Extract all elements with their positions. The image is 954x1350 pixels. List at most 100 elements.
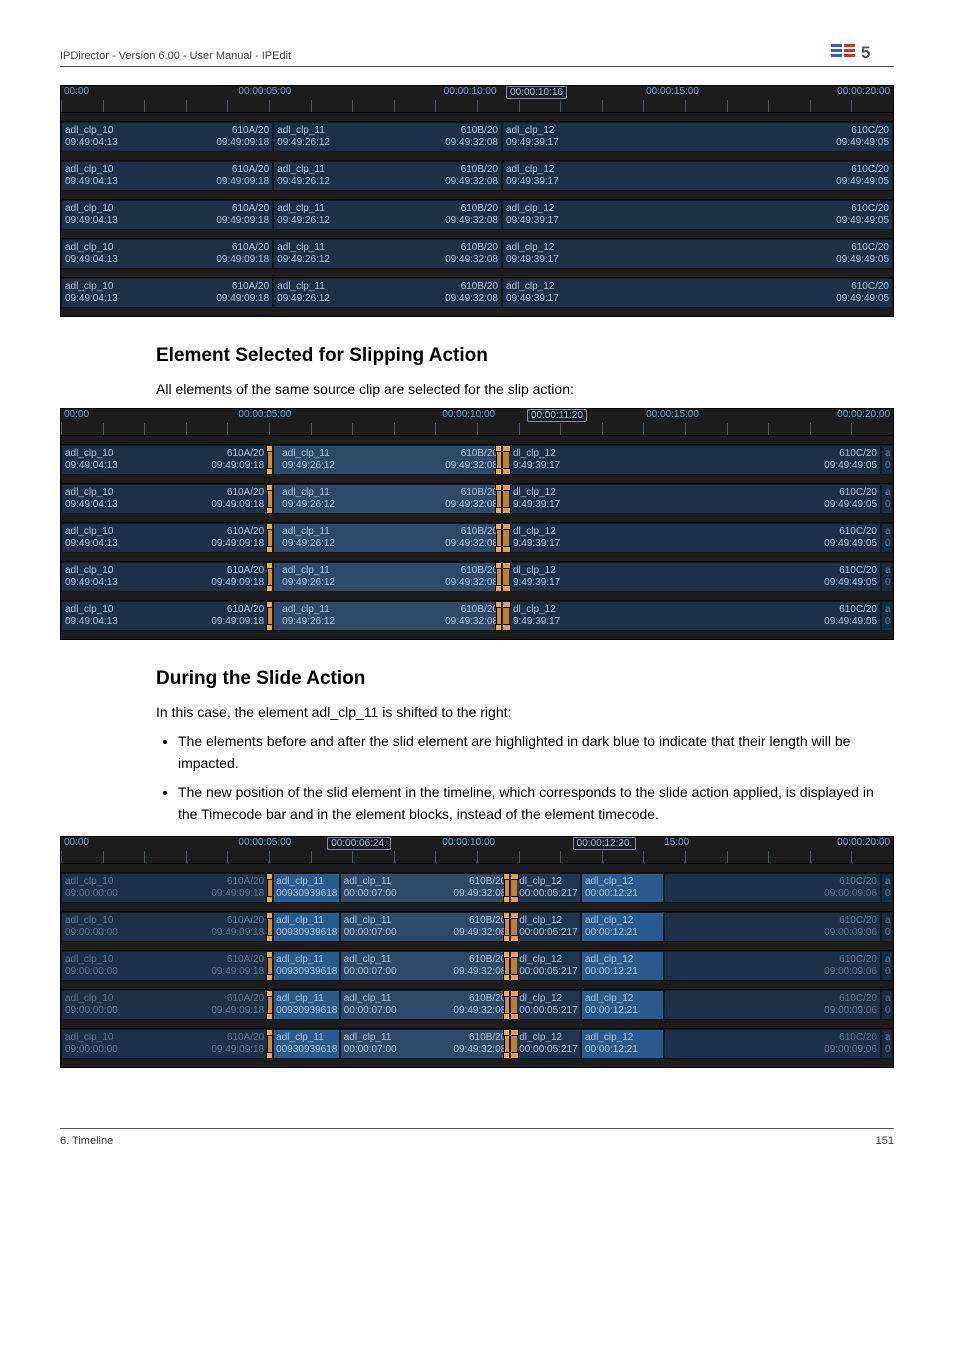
clip-overlap[interactable]: dl_clp_12 00:00:05:217: [510, 951, 581, 981]
clip-adl-12[interactable]: dl_clp_12610C/20 9:49:39:1709:49:49:05: [502, 445, 881, 475]
timecode-ruler[interactable]: 00:00 00:00:05:00 00:00:06:24. 00:00:10:…: [61, 837, 893, 864]
clip-adl-12[interactable]: adl_clp_12610C/20 09:49:39:1709:49:49:05: [502, 200, 893, 230]
clip-adl-12[interactable]: adl_clp_12610C/20 09:49:39:1709:49:49:05: [502, 161, 893, 191]
clip-adl-12-tail[interactable]: 610C/20 09:00:09:06: [664, 873, 881, 903]
clip-adl-12-tail[interactable]: 610C/20 09:00:09:06: [664, 1029, 881, 1059]
slide-handle-left-icon[interactable]: [511, 1030, 517, 1058]
clip-adl-12[interactable]: adl_clp_12610C/20 09:49:39:1709:49:49:05: [502, 278, 893, 308]
ruler-tc-15: 15:00: [664, 837, 689, 848]
clip-adl-10[interactable]: adl_clp_10610A/20 09:49:04:1309:49:09:18: [61, 239, 273, 269]
clip-adl-11-selected[interactable]: adl_clp_11610B/20 09:49:26:1209:49:32:08: [273, 562, 502, 592]
track-row: adl_clp_10610A/20 09:49:04:1309:49:09:18…: [61, 160, 893, 191]
timecode-ruler[interactable]: 00:00 00:00:05:00 00:00:10:00 00:00:10:1…: [61, 86, 893, 113]
clip-adl-11-slid[interactable]: adl_clp_11610B/20 00:00:07:0009:49:32:08: [340, 990, 511, 1020]
clip-adl-11-selected[interactable]: adl_clp_11610B/20 09:49:26:1209:49:32:08: [273, 601, 502, 631]
clip-fragment[interactable]: a0: [881, 445, 893, 475]
ruler-tc-20: 00:00:20:00: [837, 86, 890, 97]
clip-fragment[interactable]: a0: [881, 523, 893, 553]
clip-adl-12-impacted[interactable]: adl_clp_12 00:00:12:21: [581, 990, 664, 1020]
slip-handle-left-icon[interactable]: [503, 446, 509, 474]
clip-fragment[interactable]: a0: [881, 562, 893, 592]
clip-adl-11-slid[interactable]: adl_clp_11610B/20 00:00:07:0009:49:32:08: [340, 873, 511, 903]
clip-overlap[interactable]: dl_clp_12 00:00:05:217: [510, 873, 581, 903]
clip-adl-10-dim[interactable]: adl_clp_10610A/20 09:00:00:0009:49:09:18: [61, 951, 273, 981]
slide-handle-left-icon[interactable]: [511, 874, 517, 902]
clip-adl-12-impacted[interactable]: adl_clp_12 00:00:12:21: [581, 912, 664, 942]
clip-fragment[interactable]: a0: [881, 912, 893, 942]
clip-adl-12-tail[interactable]: 610C/20 09:00:09:06: [664, 951, 881, 981]
clip-stub-old-pos[interactable]: adl_clp_11 009309396182: [273, 1029, 340, 1059]
ruler-tc-10: 00:00:10:00: [444, 86, 497, 97]
slide-bullet-1: The elements before and after the slid e…: [178, 731, 884, 774]
clip-adl-10[interactable]: adl_clp_10610A/20 09:49:04:1309:49:09:18: [61, 601, 273, 631]
clip-adl-12-impacted[interactable]: adl_clp_12 00:00:12:21: [581, 873, 664, 903]
clip-adl-11-slid[interactable]: adl_clp_11610B/20 00:00:07:0009:49:32:08: [340, 951, 511, 981]
clip-adl-11-slid[interactable]: adl_clp_11610B/20 00:00:07:0009:49:32:08: [340, 912, 511, 942]
clip-adl-11-selected[interactable]: adl_clp_11610B/20 09:49:26:1209:49:32:08: [273, 484, 502, 514]
clip-overlap[interactable]: dl_clp_12 00:00:05:217: [510, 990, 581, 1020]
slip-handle-left-icon[interactable]: [503, 563, 509, 591]
clip-adl-10[interactable]: adl_clp_10610A/20 09:49:04:1309:49:09:18: [61, 523, 273, 553]
clip-adl-10[interactable]: adl_clp_10610A/20 09:49:04:1309:49:09:18: [61, 562, 273, 592]
clip-adl-10[interactable]: adl_clp_10610A/20 09:49:04:1309:49:09:18: [61, 200, 273, 230]
clip-adl-11-selected[interactable]: adl_clp_11610B/20 09:49:26:1209:49:32:08: [273, 523, 502, 553]
clip-adl-12[interactable]: dl_clp_12610C/20 9:49:39:1709:49:49:05: [502, 523, 881, 553]
clip-adl-12-tail[interactable]: 610C/20 09:00:09:06: [664, 912, 881, 942]
nowline-marker[interactable]: 00:00:11:20: [527, 409, 587, 422]
clip-stub-old-pos[interactable]: adl_clp_11 009309396182: [273, 990, 340, 1020]
clip-adl-10[interactable]: adl_clp_10610A/20 09:49:04:1309:49:09:18: [61, 278, 273, 308]
nowline-marker[interactable]: 00:00:10:16: [506, 86, 567, 99]
clip-adl-10-dim[interactable]: adl_clp_10610A/20 09:00:00:0009:49:09:18: [61, 1029, 273, 1059]
slide-handle-left-icon[interactable]: [511, 952, 517, 980]
slip-handle-left-icon[interactable]: [503, 602, 509, 630]
slip-handle-left-icon[interactable]: [503, 524, 509, 552]
clip-adl-12[interactable]: dl_clp_12610C/20 9:49:39:1709:49:49:05: [502, 601, 881, 631]
clip-stub-old-pos[interactable]: adl_clp_11 009309396182: [273, 873, 340, 903]
clip-adl-10-dim[interactable]: adl_clp_10610A/20 09:00:00:0009:49:09:18: [61, 990, 273, 1020]
clip-fragment[interactable]: a0: [881, 601, 893, 631]
slide-in-marker[interactable]: 00:00:06:24.: [327, 837, 391, 850]
slip-handle-left-icon[interactable]: [503, 485, 509, 513]
clip-adl-11-slid[interactable]: adl_clp_11610B/20 00:00:07:0009:49:32:08: [340, 1029, 511, 1059]
clip-adl-10-dim[interactable]: adl_clp_10610A/20 09:00:00:0009:49:09:18: [61, 912, 273, 942]
clip-adl-12[interactable]: dl_clp_12610C/20 9:49:39:1709:49:49:05: [502, 562, 881, 592]
clip-adl-12[interactable]: dl_clp_12610C/20 9:49:39:1709:49:49:05: [502, 484, 881, 514]
timecode-ruler[interactable]: 00:00 00:00:05:00 00:00:10:00 00:00:11:2…: [61, 409, 893, 436]
ruler-tc-10: 00:00:10:00: [442, 837, 495, 848]
clip-adl-11-selected[interactable]: adl_clp_11610B/20 09:49:26:1209:49:32:08: [273, 445, 502, 475]
clip-adl-11[interactable]: adl_clp_11610B/20 09:49:26:1209:49:32:08: [273, 161, 502, 191]
clip-adl-12[interactable]: adl_clp_12610C/20 09:49:39:1709:49:49:05: [502, 239, 893, 269]
track-row: adl_clp_10610A/20 09:49:04:1309:49:09:18…: [61, 444, 893, 475]
track-row: adl_clp_10610A/20 09:00:00:0009:49:09:18…: [61, 950, 893, 981]
clip-overlap[interactable]: dl_clp_12 00:00:05:217: [510, 1029, 581, 1059]
clip-adl-11[interactable]: adl_clp_11610B/20 09:49:26:1209:49:32:08: [273, 122, 502, 152]
clip-adl-12-impacted[interactable]: adl_clp_12 00:00:12:21: [581, 1029, 664, 1059]
clip-overlap[interactable]: dl_clp_12 00:00:05:217: [510, 912, 581, 942]
clip-adl-10[interactable]: adl_clp_10610A/20 09:49:04:1309:49:09:18: [61, 161, 273, 191]
evs-logo: 5: [824, 40, 894, 62]
clip-adl-10-dim[interactable]: adl_clp_10610A/20 09:00:00:0009:49:09:18: [61, 873, 273, 903]
clip-adl-12-impacted[interactable]: adl_clp_12 00:00:12:21: [581, 951, 664, 981]
clip-fragment[interactable]: a0: [881, 484, 893, 514]
clip-fragment[interactable]: a0: [881, 951, 893, 981]
clip-stub-old-pos[interactable]: adl_clp_11 009309396182: [273, 912, 340, 942]
clip-fragment[interactable]: a0: [881, 990, 893, 1020]
clip-adl-10[interactable]: adl_clp_10610A/20 09:49:04:1309:49:09:18: [61, 484, 273, 514]
clip-adl-11[interactable]: adl_clp_11610B/20 09:49:26:1209:49:32:08: [273, 278, 502, 308]
clip-adl-12-tail[interactable]: 610C/20 09:00:09:06: [664, 990, 881, 1020]
clip-adl-11[interactable]: adl_clp_11610B/20 09:49:26:1209:49:32:08: [273, 239, 502, 269]
clip-adl-11[interactable]: adl_clp_11610B/20 09:49:26:1209:49:32:08: [273, 200, 502, 230]
clip-adl-10[interactable]: adl_clp_10610A/20 09:49:04:1309:49:09:18: [61, 122, 273, 152]
clip-fragment[interactable]: a0: [881, 873, 893, 903]
clip-adl-10[interactable]: adl_clp_10610A/20 09:49:04:1309:49:09:18: [61, 445, 273, 475]
track-row: adl_clp_10610A/20 09:00:00:0009:49:09:18…: [61, 1028, 893, 1059]
slide-handle-left-icon[interactable]: [511, 913, 517, 941]
timeline-slide: 00:00 00:00:05:00 00:00:06:24. 00:00:10:…: [60, 836, 894, 1068]
clip-fragment[interactable]: a0: [881, 1029, 893, 1059]
ruler-tc-20: 00:00:20:00: [837, 837, 890, 848]
clip-stub-old-pos[interactable]: adl_clp_11 009309396182: [273, 951, 340, 981]
slide-out-marker[interactable]: 00:00:12:20.: [573, 837, 637, 850]
slide-handle-left-icon[interactable]: [511, 991, 517, 1019]
clip-adl-12[interactable]: adl_clp_12610C/20 09:49:39:1709:49:49:05: [502, 122, 893, 152]
para-slip-intro: All elements of the same source clip are…: [156, 379, 884, 400]
